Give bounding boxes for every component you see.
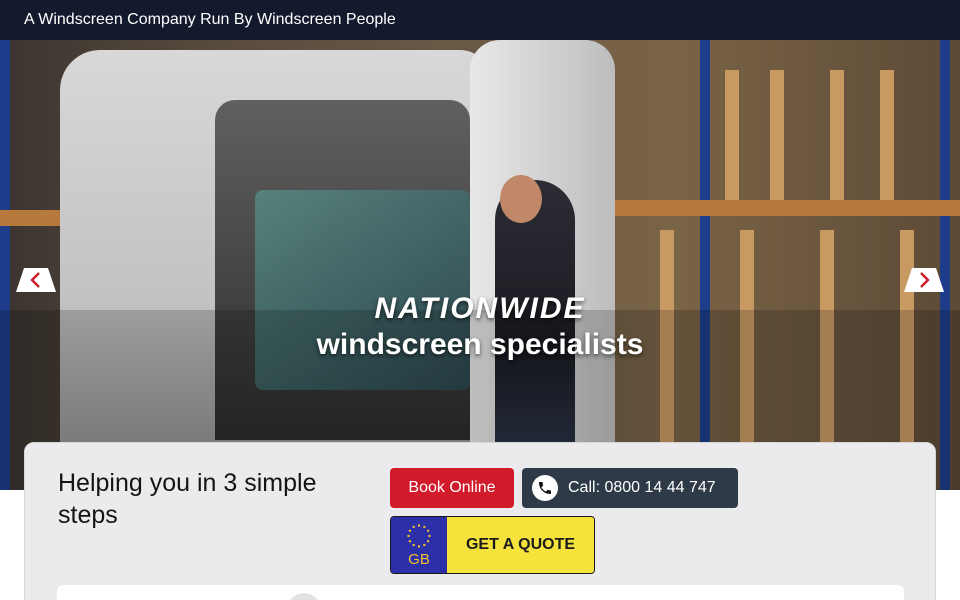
technician-head xyxy=(500,175,542,223)
gb-plate-badge: GB xyxy=(391,517,447,573)
registration-input[interactable] xyxy=(57,585,904,600)
book-online-button[interactable]: Book Online xyxy=(390,468,514,508)
shelf-beam xyxy=(610,200,960,216)
chevron-left-icon xyxy=(30,272,40,288)
chevron-right-icon xyxy=(920,272,930,288)
tagline: A Windscreen Company Run By Windscreen P… xyxy=(24,11,396,28)
get-quote-label: GET A QUOTE xyxy=(465,536,576,553)
top-bar: A Windscreen Company Run By Windscreen P… xyxy=(0,0,960,40)
get-quote-button[interactable]: GET A QUOTE xyxy=(447,517,594,573)
glass-crate xyxy=(880,70,894,200)
hero-subtitle: windscreen specialists xyxy=(316,328,644,361)
eu-stars-icon xyxy=(407,523,431,548)
phone-icon xyxy=(532,475,558,501)
panel-heading: Helping you in 3 simple steps xyxy=(58,469,317,529)
quote-widget[interactable]: GB GET A QUOTE xyxy=(390,516,595,574)
call-button[interactable]: Call: 0800 14 44 747 xyxy=(522,468,738,508)
plate-country: GB xyxy=(408,550,430,568)
glass-crate xyxy=(770,70,784,200)
book-online-label: Book Online xyxy=(408,479,496,496)
steps-panel: Helping you in 3 simple steps Book Onlin… xyxy=(24,442,936,600)
input-avatar-icon xyxy=(287,593,321,600)
glass-crate xyxy=(725,70,739,200)
call-label: Call: 0800 14 44 747 xyxy=(568,479,716,496)
hero-banner xyxy=(0,40,960,490)
hero-title: NATIONWIDE xyxy=(374,292,586,325)
glass-crate xyxy=(830,70,844,200)
